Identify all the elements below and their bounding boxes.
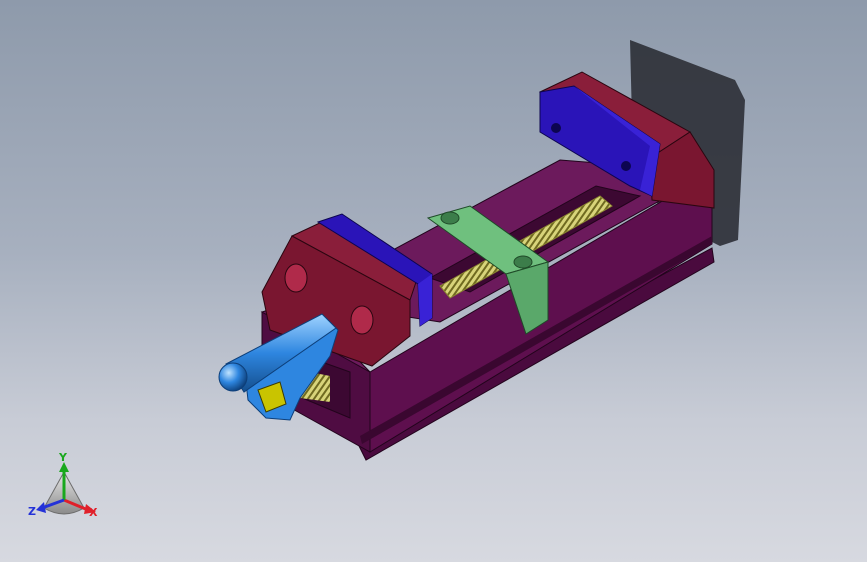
vise-model[interactable]: X Y Z <box>0 0 867 562</box>
slide-hole-1 <box>440 211 460 225</box>
triad-z-arrow <box>36 502 46 513</box>
rear-plate-hole-1 <box>551 123 561 133</box>
triad-y-label: Y <box>58 451 68 464</box>
graphics-viewport[interactable]: X Y Z <box>0 0 867 562</box>
view-triad: X Y Z <box>28 451 98 519</box>
triad-z-label: Z <box>28 505 36 518</box>
triad-x-label: X <box>89 506 98 519</box>
handle-knob <box>218 362 248 392</box>
slide-hole-2 <box>513 255 533 269</box>
front-jaw-hole-1 <box>284 263 308 293</box>
front-jaw-hole-2 <box>350 305 374 335</box>
rear-plate-hole-2 <box>621 161 631 171</box>
